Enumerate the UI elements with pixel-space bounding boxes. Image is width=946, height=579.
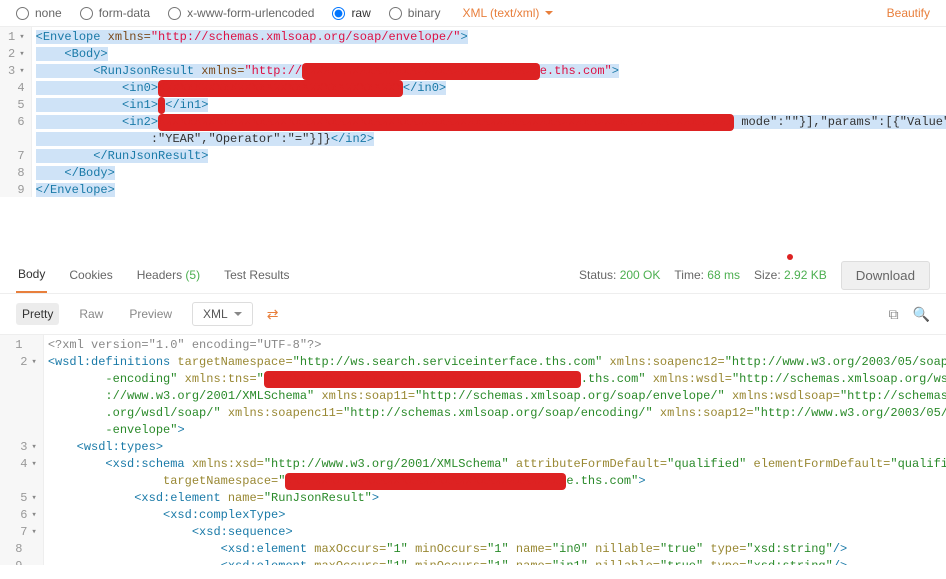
view-preview[interactable]: Preview — [123, 303, 178, 325]
body-type-selector: none form-data x-www-form-urlencoded raw… — [0, 0, 946, 27]
body-type-binary[interactable]: binary — [389, 6, 441, 20]
request-body-editor[interactable]: 1 ▾ 2 ▾ 3 ▾ 4 5 6 7 8 9 <Envelope xmlns=… — [0, 27, 946, 197]
body-type-none[interactable]: none — [16, 6, 62, 20]
body-type-form-data[interactable]: form-data — [80, 6, 150, 20]
copy-icon[interactable]: ⧉ — [889, 306, 899, 323]
response-tabs: Body Cookies Headers (5) Test Results St… — [0, 257, 946, 294]
search-icon[interactable]: 🔍 — [913, 306, 930, 323]
download-button[interactable]: Download — [841, 261, 930, 290]
chevron-down-icon — [234, 312, 242, 316]
resp-gutter: 1 2 ▾ 3 ▾ 4 ▾ 5 ▾ 6 ▾ 7 ▾ 8 9 10 11 — [0, 335, 44, 565]
request-code[interactable]: <Envelope xmlns="http://schemas.xmlsoap.… — [32, 27, 946, 197]
tab-cookies[interactable]: Cookies — [67, 258, 114, 292]
response-view-selector: Pretty Raw Preview XML ⇄ ⧉ 🔍 — [0, 294, 946, 335]
response-code: <?xml version="1.0" encoding="UTF-8"?> <… — [44, 335, 946, 565]
beautify-button[interactable]: Beautify — [887, 6, 930, 20]
tab-test-results[interactable]: Test Results — [222, 258, 291, 292]
body-type-urlencoded[interactable]: x-www-form-urlencoded — [168, 6, 314, 20]
response-status: Status: 200 OK Time: 68 ms Size: 2.92 KB… — [579, 261, 930, 290]
chevron-down-icon — [545, 11, 553, 15]
tab-body[interactable]: Body — [16, 257, 47, 293]
wrap-lines-icon[interactable]: ⇄ — [267, 306, 279, 323]
line-gutter: 1 ▾ 2 ▾ 3 ▾ 4 5 6 7 8 9 — [0, 27, 32, 197]
tab-headers[interactable]: Headers (5) — [135, 258, 202, 292]
body-type-raw[interactable]: raw — [332, 6, 370, 20]
raw-language-dropdown[interactable]: XML (text/xml) — [462, 6, 553, 20]
response-format-dropdown[interactable]: XML — [192, 302, 253, 326]
response-body-viewer[interactable]: 1 2 ▾ 3 ▾ 4 ▾ 5 ▾ 6 ▾ 7 ▾ 8 9 10 11 <?xm… — [0, 335, 946, 565]
view-raw[interactable]: Raw — [73, 303, 109, 325]
view-pretty[interactable]: Pretty — [16, 303, 59, 325]
